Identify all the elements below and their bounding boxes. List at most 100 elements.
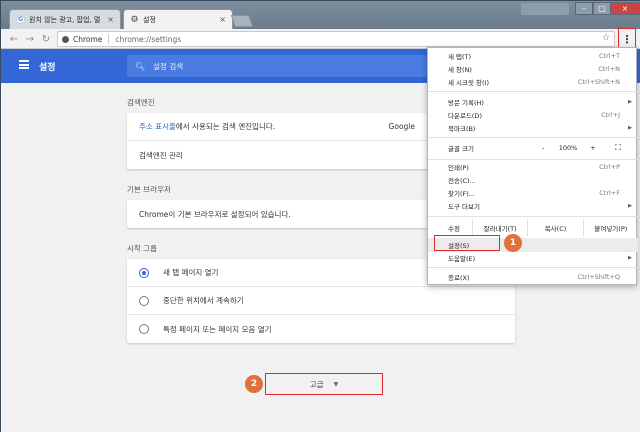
menu-label: 북마크(B) bbox=[448, 125, 476, 133]
section-default-browser: 기본 브라우저 bbox=[127, 185, 171, 194]
hamburger-icon[interactable] bbox=[19, 60, 29, 69]
zoom-value: 100% bbox=[558, 144, 578, 152]
address-bar-link[interactable]: 주소 표시줄 bbox=[139, 121, 176, 132]
menu-label: 방문 기록(H) bbox=[448, 99, 484, 107]
menu-divider bbox=[428, 91, 638, 92]
menu-label: 다운로드(D) bbox=[448, 112, 482, 120]
radio-new-tab[interactable] bbox=[139, 267, 149, 278]
secure-chip[interactable]: Chrome bbox=[62, 35, 102, 44]
menu-item-exit[interactable]: 종료(X) Ctrl+Shift+Q bbox=[428, 271, 638, 283]
toolbar: ← → ↻ Chrome chrome://settings ☆ bbox=[1, 29, 640, 49]
forward-button[interactable]: → bbox=[23, 32, 37, 46]
menu-label: 도구 더보기 bbox=[448, 203, 480, 211]
menu-item-find[interactable]: 찾기(F)... Ctrl+F bbox=[428, 187, 638, 199]
back-button[interactable]: ← bbox=[7, 32, 21, 46]
menu-label: 새 시크릿 창(I) bbox=[448, 79, 490, 87]
blurred-window-title bbox=[441, 5, 511, 13]
search-engine-desc: 에서 사용되는 검색 엔진입니다. bbox=[175, 122, 276, 131]
page-title: 설정 bbox=[39, 63, 56, 73]
browser-window: G 원치 않는 광고, 팝업, 멀 × ⚙ 설정 × – □ × ← → ↻ C… bbox=[0, 0, 640, 432]
submenu-arrow-icon: ▶ bbox=[628, 125, 632, 131]
fullscreen-icon[interactable]: ⛶ bbox=[604, 143, 632, 153]
menu-label: 새 탭(T) bbox=[448, 53, 472, 61]
menu-edit-row: 수정 잘라내기(T) 복사(C) 붙여넣기(P) bbox=[428, 220, 638, 236]
menu-label: 전송(C)... bbox=[448, 177, 476, 185]
close-tab-icon[interactable]: × bbox=[219, 15, 226, 24]
close-window-button[interactable]: × bbox=[610, 2, 640, 15]
menu-shortcut: Ctrl+Shift+Q bbox=[577, 273, 620, 281]
tab-settings[interactable]: ⚙ 설정 × bbox=[123, 9, 233, 29]
zoom-label: 글꼴 크기 bbox=[448, 145, 474, 153]
step-badge-2: 2 bbox=[245, 375, 263, 393]
reload-button[interactable]: ↻ bbox=[39, 32, 53, 46]
maximize-button[interactable]: □ bbox=[593, 2, 611, 15]
manage-search-engines-label: 검색엔진 관리 bbox=[139, 150, 183, 160]
startup-option[interactable]: 특정 페이지 또는 페이지 모음 열기 bbox=[127, 315, 515, 343]
step-badge-1: 1 bbox=[504, 234, 522, 252]
search-icon: 🔍︎ bbox=[135, 61, 146, 71]
menu-label: 찾기(F)... bbox=[448, 190, 475, 198]
menu-item-new-tab[interactable]: 새 탭(T) Ctrl+T bbox=[428, 50, 638, 62]
menu-shortcut: Ctrl+Shift+N bbox=[577, 78, 620, 86]
menu-shortcut: Ctrl+F bbox=[599, 189, 620, 197]
close-tab-icon[interactable]: × bbox=[107, 15, 114, 24]
google-icon: G bbox=[16, 15, 25, 24]
submenu-arrow-icon: ▶ bbox=[628, 99, 632, 105]
menu-item-cast[interactable]: 전송(C)... bbox=[428, 174, 638, 186]
menu-label: 새 창(N) bbox=[448, 66, 472, 74]
divider bbox=[108, 34, 110, 44]
minimize-button[interactable]: – bbox=[575, 2, 593, 15]
zoom-out-button[interactable]: - bbox=[532, 144, 554, 152]
tab-title: 설정 bbox=[143, 15, 156, 24]
radio-continue[interactable] bbox=[139, 295, 149, 306]
url-text: chrome://settings bbox=[115, 34, 182, 44]
zoom-in-button[interactable]: + bbox=[582, 144, 604, 152]
highlight-advanced bbox=[265, 373, 383, 395]
search-input[interactable] bbox=[153, 61, 354, 71]
tab-google-ads[interactable]: G 원치 않는 광고, 팝업, 멀 × bbox=[9, 9, 121, 29]
section-startup: 시작 그룹 bbox=[127, 244, 157, 253]
copy-button[interactable]: 복사(C) bbox=[527, 220, 582, 236]
tab-strip: G 원치 않는 광고, 팝업, 멀 × ⚙ 설정 × – □ × bbox=[1, 1, 640, 29]
startup-option-label: 특정 페이지 또는 페이지 모음 열기 bbox=[163, 324, 272, 334]
menu-divider bbox=[428, 216, 638, 217]
radio-specific-pages[interactable] bbox=[139, 324, 149, 334]
submenu-arrow-icon: ▶ bbox=[628, 255, 632, 261]
menu-label: 도움말(E) bbox=[448, 255, 476, 263]
secure-label: Chrome bbox=[73, 34, 103, 44]
menu-item-incognito[interactable]: 새 시크릿 창(I) Ctrl+Shift+N bbox=[428, 76, 638, 88]
tab-title: 원치 않는 광고, 팝업, 멀 bbox=[29, 15, 101, 24]
menu-item-help[interactable]: 도움말(E) ▶ bbox=[428, 252, 638, 264]
new-tab-button[interactable] bbox=[230, 15, 254, 27]
menu-item-bookmarks[interactable]: 북마크(B) ▶ bbox=[428, 122, 638, 134]
edit-label: 수정 bbox=[448, 225, 460, 233]
submenu-arrow-icon: ▶ bbox=[628, 203, 632, 209]
section-search-engine: 검색엔진 bbox=[127, 98, 155, 107]
zoom-controls: - 100% + ⛶ bbox=[532, 140, 632, 156]
address-bar[interactable]: Chrome chrome://settings ☆ bbox=[57, 31, 615, 47]
menu-divider bbox=[428, 267, 638, 268]
menu-divider bbox=[428, 137, 638, 138]
startup-option-label: 중단한 위치에서 계속하기 bbox=[163, 296, 244, 305]
startup-option-label: 새 탭 페이지 열기 bbox=[163, 268, 219, 277]
highlight-settings bbox=[434, 235, 500, 251]
star-icon[interactable]: ☆ bbox=[602, 33, 610, 43]
menu-item-history[interactable]: 방문 기록(H) ▶ bbox=[428, 96, 638, 108]
menu-item-downloads[interactable]: 다운로드(D) Ctrl+J bbox=[428, 109, 638, 121]
menu-item-new-window[interactable]: 새 창(N) Ctrl+N bbox=[428, 63, 638, 75]
menu-item-print[interactable]: 인쇄(P) Ctrl+P bbox=[428, 161, 638, 173]
default-browser-text: Chrome이 기본 브라우저로 설정되어 있습니다. bbox=[139, 209, 291, 219]
profile-button[interactable] bbox=[521, 3, 569, 15]
cut-button[interactable]: 잘라내기(T) bbox=[472, 220, 527, 236]
paste-button[interactable]: 붙여넣기(P) bbox=[582, 220, 638, 236]
menu-divider bbox=[428, 159, 638, 160]
search-engine-select[interactable]: Google bbox=[389, 122, 415, 131]
menu-shortcut: Ctrl+J bbox=[601, 111, 620, 119]
startup-option[interactable]: 중단한 위치에서 계속하기 bbox=[127, 287, 515, 315]
menu-item-more-tools[interactable]: 도구 더보기 ▶ bbox=[428, 200, 638, 212]
info-icon bbox=[62, 35, 69, 43]
menu-label: 인쇄(P) bbox=[448, 164, 469, 172]
menu-shortcut: Ctrl+N bbox=[598, 65, 620, 73]
menu-shortcut: Ctrl+P bbox=[599, 163, 620, 171]
menu-label: 종료(X) bbox=[448, 274, 470, 282]
